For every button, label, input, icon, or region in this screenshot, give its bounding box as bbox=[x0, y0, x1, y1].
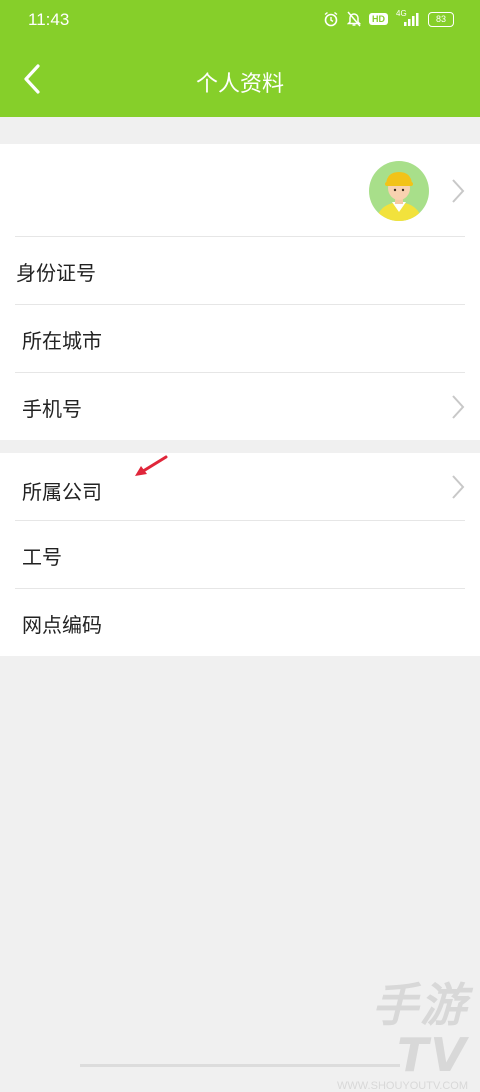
courier-avatar-icon bbox=[369, 161, 429, 221]
list-item-label: 身份证号 bbox=[16, 261, 96, 285]
list-item-city[interactable]: 所在城市 bbox=[0, 305, 480, 373]
battery-icon: 83 bbox=[428, 11, 454, 27]
status-bar: 11:43 HD 4G 83 bbox=[0, 0, 480, 42]
chevron-right-icon bbox=[452, 475, 465, 499]
list-item-branch-code[interactable]: 网点编码 bbox=[0, 589, 480, 657]
signal-icon: 4G bbox=[396, 9, 420, 27]
battery-level: 83 bbox=[435, 13, 446, 24]
list-item-company[interactable]: 所属公司 bbox=[0, 453, 480, 521]
chevron-right-icon bbox=[452, 179, 465, 203]
annotation-arrow-icon bbox=[135, 455, 168, 476]
hd-icon: HD bbox=[369, 13, 388, 25]
list-item-label: 工号 bbox=[22, 545, 62, 569]
app-header: 11:43 HD 4G 83 个人资料 bbox=[0, 0, 480, 117]
list-item-employee-id[interactable]: 工号 bbox=[0, 521, 480, 589]
list-item-label: 所属公司 bbox=[22, 480, 102, 504]
list-item-label: 所在城市 bbox=[22, 329, 102, 353]
watermark-url: WWW.SHOUYOUTV.COM bbox=[337, 1080, 468, 1092]
list-item-phone[interactable]: 手机号 bbox=[0, 373, 480, 441]
status-icons: HD 4G 83 bbox=[323, 9, 454, 27]
list-item-label: 网点编码 bbox=[22, 613, 102, 637]
page-title: 个人资料 bbox=[195, 72, 284, 97]
mute-bell-icon bbox=[347, 11, 361, 27]
chevron-right-icon bbox=[452, 395, 465, 419]
watermark: 手游TV WWW.SHOUYOUTV.COM bbox=[308, 980, 468, 1092]
company-section: 所属公司 工号 网点编码 bbox=[0, 453, 480, 656]
list-item-label: 手机号 bbox=[22, 397, 82, 421]
alarm-icon bbox=[324, 11, 338, 27]
list-item-id-number[interactable]: 身份证号 bbox=[0, 237, 480, 305]
status-time: 11:43 bbox=[28, 10, 70, 29]
